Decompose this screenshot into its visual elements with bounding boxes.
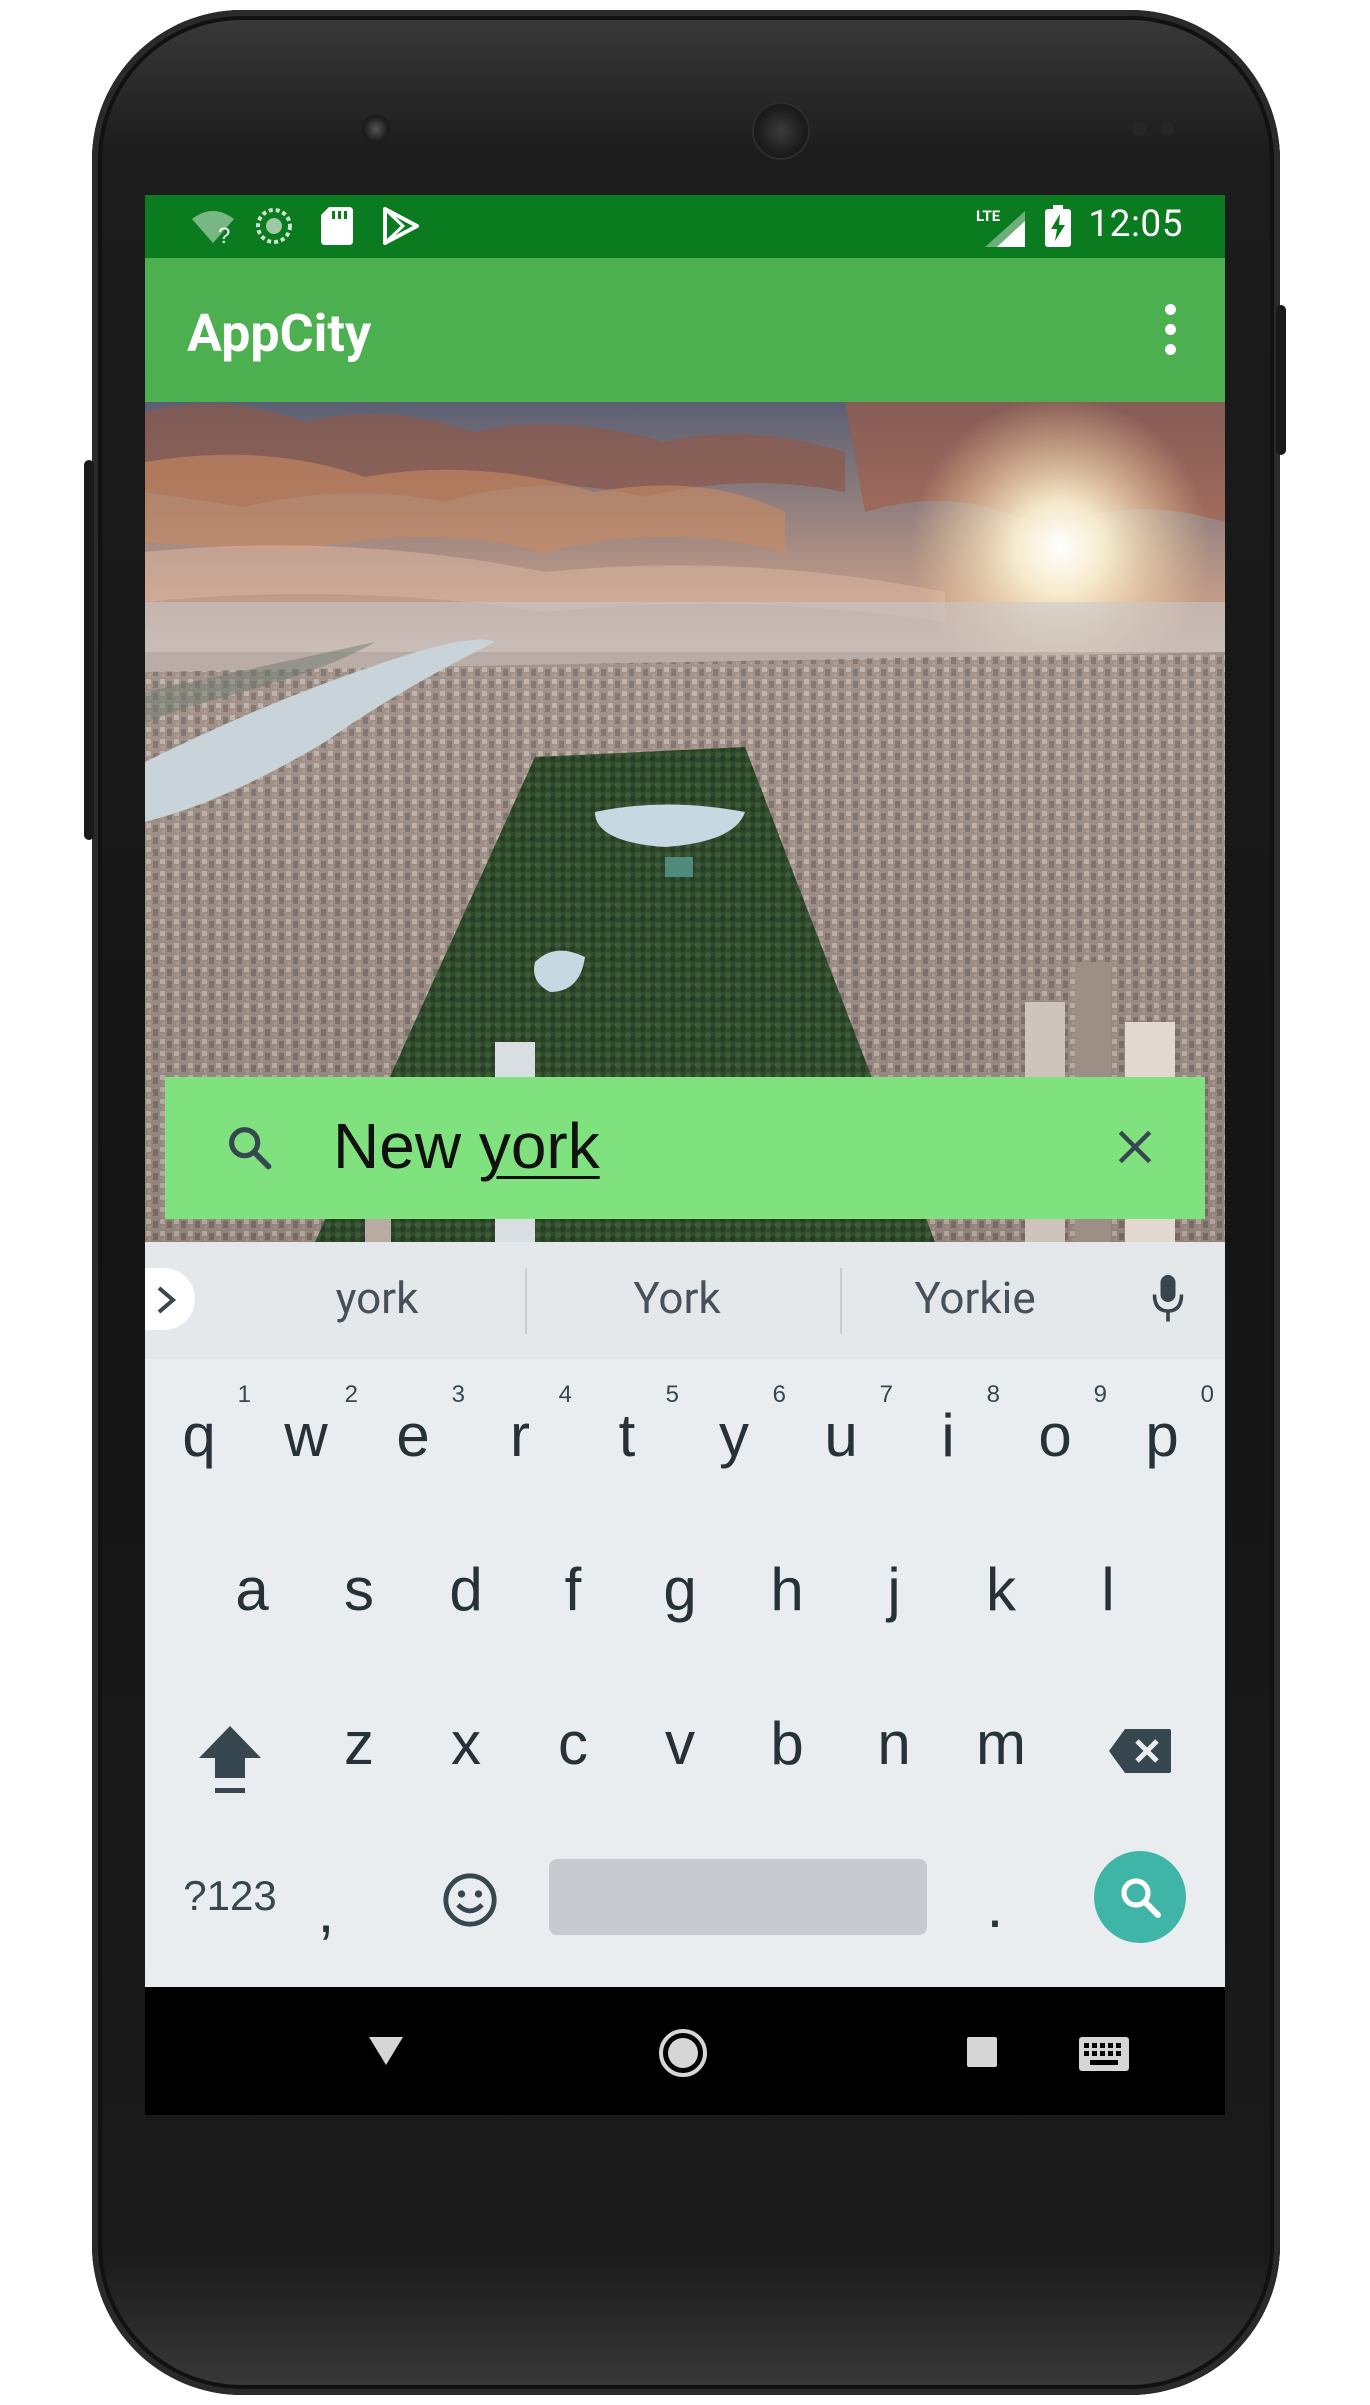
emoji-icon[interactable] (441, 1871, 499, 1929)
key-k[interactable]: k (951, 1525, 1051, 1641)
app-title: AppCity (187, 303, 372, 364)
play-store-icon (383, 207, 419, 245)
clock: 12:05 (1088, 203, 1183, 246)
key-d[interactable]: d (416, 1525, 516, 1641)
earpiece-speaker (752, 102, 810, 160)
key-p[interactable]: 0p (1112, 1371, 1214, 1487)
sync-circle-icon (256, 208, 292, 244)
key-i[interactable]: 8i (898, 1371, 1000, 1487)
key-j[interactable]: j (844, 1525, 944, 1641)
suggestion-3[interactable]: Yorkie (825, 1272, 1125, 1324)
search-input[interactable]: New york (333, 1109, 600, 1183)
more-vert-icon[interactable] (1145, 300, 1195, 360)
key-o[interactable]: 9o (1005, 1371, 1107, 1487)
keyboard-switch-icon[interactable] (1077, 2035, 1131, 2073)
key-s[interactable]: s (309, 1525, 409, 1641)
key-z[interactable]: z (309, 1679, 409, 1795)
key-comma[interactable]: , (291, 1847, 361, 1963)
key-c[interactable]: c (523, 1679, 623, 1795)
key-l[interactable]: l (1058, 1525, 1158, 1641)
key-n[interactable]: n (844, 1679, 944, 1795)
key-f[interactable]: f (523, 1525, 623, 1641)
signal-icon (985, 211, 1025, 247)
suggestion-strip: york York Yorkie (145, 1242, 1225, 1359)
key-v[interactable]: v (630, 1679, 730, 1795)
search-bar[interactable]: New york (165, 1077, 1205, 1219)
space-bar[interactable] (549, 1859, 927, 1935)
soft-keyboard: york York Yorkie 1q 2w 3e 4r 5t 6y 7u 8i… (145, 1242, 1225, 1987)
wifi-question-icon: ? (192, 211, 234, 245)
suggestion-1[interactable]: york (227, 1272, 527, 1324)
navigation-bar (145, 1987, 1225, 2115)
key-h[interactable]: h (737, 1525, 837, 1641)
light-sensor (1160, 122, 1174, 136)
proximity-sensor (1132, 122, 1146, 136)
screen: ? LTE 12:05 AppCity New york york York Y… (145, 195, 1225, 2115)
front-camera (362, 115, 390, 143)
search-prefix: New (333, 1110, 479, 1182)
shift-icon[interactable] (197, 1722, 263, 1798)
key-g[interactable]: g (630, 1525, 730, 1641)
close-icon[interactable] (1113, 1125, 1157, 1169)
key-q[interactable]: 1q (149, 1371, 251, 1487)
app-bar: AppCity (145, 258, 1225, 402)
search-icon (229, 1127, 272, 1170)
key-x[interactable]: x (416, 1679, 516, 1795)
symbols-key[interactable]: ?123 (175, 1852, 285, 1968)
back-triangle-icon[interactable] (367, 2035, 405, 2067)
key-y[interactable]: 6y (684, 1371, 786, 1487)
sd-card-icon (321, 207, 353, 245)
key-b[interactable]: b (737, 1679, 837, 1795)
key-w[interactable]: 2w (256, 1371, 358, 1487)
backspace-icon[interactable] (1107, 1727, 1173, 1775)
volume-button (84, 460, 94, 840)
key-e[interactable]: 3e (363, 1371, 465, 1487)
chevron-right-icon[interactable] (145, 1268, 195, 1330)
svg-text:?: ? (218, 223, 230, 245)
suggestion-2[interactable]: York (527, 1272, 827, 1324)
key-period[interactable]: . (955, 1842, 1035, 1958)
recents-square-icon[interactable] (965, 2035, 999, 2069)
battery-charging-icon (1045, 205, 1071, 247)
status-bar: ? LTE 12:05 (145, 195, 1225, 258)
key-u[interactable]: 7u (791, 1371, 893, 1487)
key-a[interactable]: a (202, 1525, 302, 1641)
search-icon (1121, 1878, 1161, 1918)
home-circle-icon[interactable] (657, 2027, 709, 2079)
mic-icon[interactable] (1150, 1272, 1186, 1326)
key-m[interactable]: m (951, 1679, 1051, 1795)
power-button (1276, 305, 1286, 455)
key-t[interactable]: 5t (577, 1371, 679, 1487)
search-go-button[interactable] (1094, 1851, 1186, 1943)
key-r[interactable]: 4r (470, 1371, 572, 1487)
search-composing-text: york (478, 1110, 600, 1182)
